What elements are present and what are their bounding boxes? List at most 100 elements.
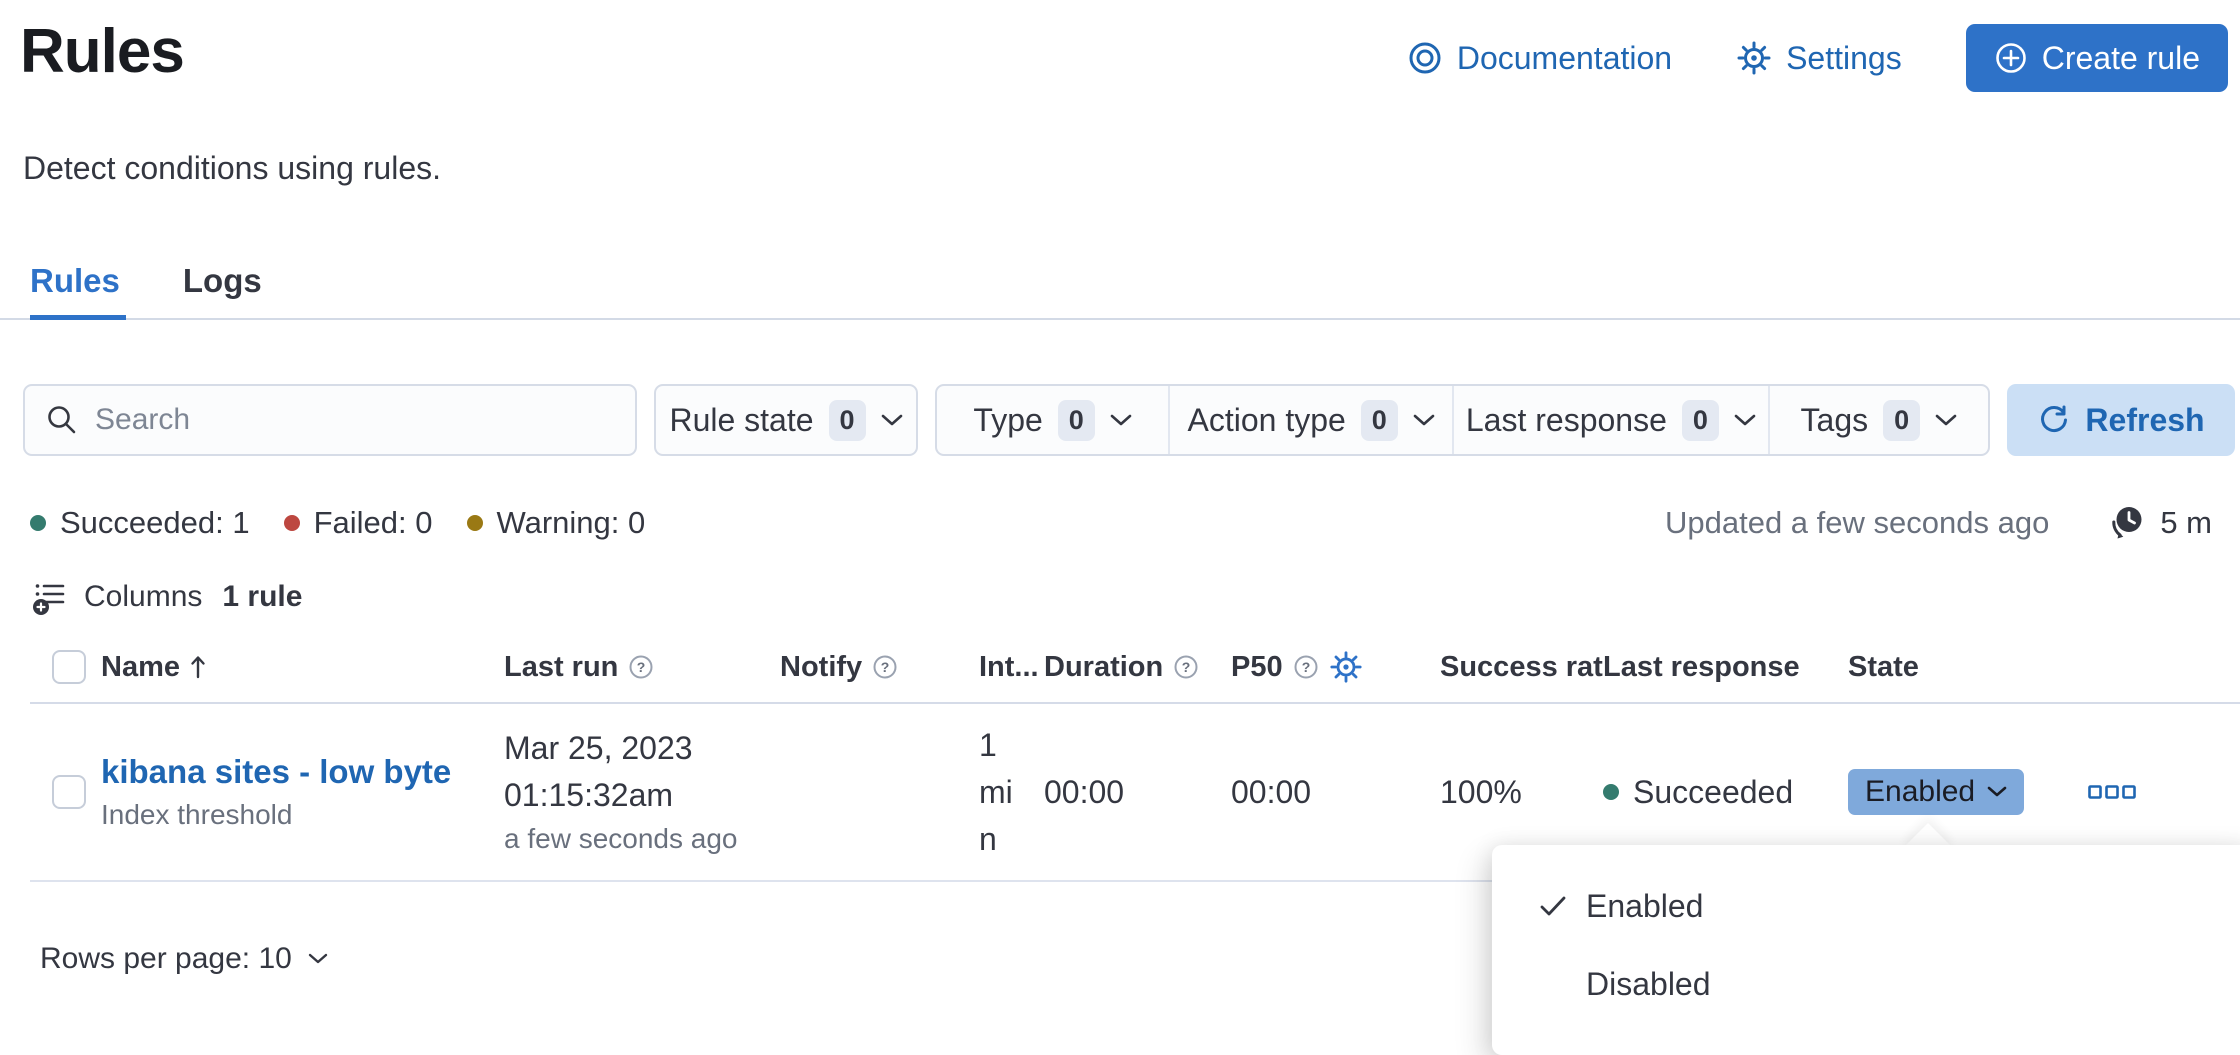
documentation-icon [1407,40,1443,76]
page-subtitle: Detect conditions using rules. [23,150,441,187]
columns-button[interactable]: Columns [30,578,202,616]
tabs-divider [0,318,2240,320]
header-checkbox-cell [30,632,101,702]
header-interval-label: Int... [979,651,1039,684]
chevron-down-icon [1734,414,1756,427]
plus-circle-icon [1994,41,2028,75]
status-failed: Failed: 0 [284,505,433,541]
svg-text:?: ? [881,659,890,675]
menu-item-enabled[interactable]: Enabled [1492,867,2240,945]
help-icon[interactable]: ? [628,654,654,680]
search-input[interactable] [95,403,615,437]
p50-value: 00:00 [1231,774,1311,811]
rule-count: 1 rule [222,580,302,614]
menu-item-disabled[interactable]: Disabled [1492,945,2240,1023]
chevron-down-icon [1987,786,2007,798]
settings-link[interactable]: Settings [1736,40,1902,77]
clock-refresh-icon [2107,503,2147,543]
failed-dot-icon [284,515,300,531]
rows-per-page-label: Rows per page: 10 [40,942,292,976]
filter-group: Type 0 Action type 0 Last response 0 Tag… [935,384,1990,456]
header-notify-label: Notify [780,651,862,684]
warning-text: Warning: 0 [497,505,646,541]
row-checkbox[interactable] [52,775,86,809]
cell-duration: 00:00 [1044,704,1231,880]
rule-state-label: Rule state [669,402,813,439]
columns-label: Columns [84,580,202,614]
help-icon[interactable]: ? [1173,654,1199,680]
row-actions-button[interactable] [2080,777,2144,807]
state-badge-label: Enabled [1865,775,1975,809]
filter-action-type[interactable]: Action type 0 [1168,386,1452,454]
help-icon[interactable]: ? [872,654,898,680]
svg-text:?: ? [637,659,646,675]
state-popover: Enabled Disabled [1492,845,2240,1055]
header-last-run-label: Last run [504,651,618,684]
filter-type[interactable]: Type 0 [937,386,1168,454]
state-badge[interactable]: Enabled [1848,769,2024,815]
header-duration[interactable]: Duration ? [1044,632,1231,702]
menu-item-disabled-label: Disabled [1586,966,1711,1003]
search-icon [45,403,79,437]
header-last-run[interactable]: Last run ? [504,632,780,702]
header-name[interactable]: Name [101,632,504,702]
documentation-label: Documentation [1457,40,1672,77]
table-header-row: Name Last run ? Notify ? [30,632,2240,704]
header-name-label: Name [101,651,180,684]
filter-tags[interactable]: Tags 0 [1768,386,1988,454]
header-p50[interactable]: P50 ? [1231,632,1440,702]
filter-rule-state[interactable]: Rule state 0 [654,384,918,456]
columns-list-add-icon [30,578,68,616]
create-rule-button[interactable]: Create rule [1966,24,2228,92]
header-interval[interactable]: Int... [979,632,1044,702]
warning-dot-icon [467,515,483,531]
last-response-label: Last response [1466,402,1667,439]
tab-bar: Rules Logs [30,256,262,306]
cell-notify [780,704,979,880]
header-filler [2164,632,2240,702]
type-count-badge: 0 [1058,400,1095,441]
filter-bar: Rule state 0 Type 0 Action type 0 Last r… [23,384,2235,456]
tab-logs[interactable]: Logs [183,256,262,306]
header-actions [2060,632,2164,702]
rule-name-link[interactable]: kibana sites - low byte [101,753,483,791]
header-state-label: State [1848,651,1919,684]
table-toolbar: Columns 1 rule [30,574,302,620]
last-run-relative: a few seconds ago [504,818,738,860]
header-last-response[interactable]: Last response [1603,632,1848,702]
page-title: Rules [20,16,184,87]
status-right: Updated a few seconds ago 5 m [1665,503,2212,543]
header-p50-label: P50 [1231,651,1283,684]
succeeded-dot-icon [1603,784,1619,800]
chevron-down-icon [1110,414,1132,427]
tags-label: Tags [1801,402,1869,439]
refresh-button[interactable]: Refresh [2007,384,2235,456]
status-warning: Warning: 0 [467,505,646,541]
action-type-label: Action type [1188,402,1346,439]
settings-label: Settings [1786,40,1902,77]
succeeded-dot-icon [30,515,46,531]
cell-interval: 1 min [979,704,1044,880]
refresh-label: Refresh [2085,402,2204,439]
header-state[interactable]: State [1848,632,2060,702]
percentile-gear-icon[interactable] [1329,650,1363,684]
svg-text:?: ? [1182,659,1191,675]
active-tab-underline [30,315,126,320]
rows-per-page-button[interactable]: Rows per page: 10 [40,934,328,984]
refresh-interval-text: 5 m [2160,505,2212,541]
chevron-down-icon [308,953,328,965]
select-all-checkbox[interactable] [52,650,86,684]
auto-refresh-button[interactable]: 5 m [2107,503,2212,543]
gear-icon [1736,40,1772,76]
header-notify[interactable]: Notify ? [780,632,979,702]
documentation-link[interactable]: Documentation [1407,40,1672,77]
tab-rules[interactable]: Rules [30,256,120,306]
chevron-down-icon [1935,414,1957,427]
filter-last-response[interactable]: Last response 0 [1452,386,1768,454]
header-success-rate[interactable]: Success rate [1440,632,1603,702]
succeeded-text: Succeeded: 1 [60,505,250,541]
refresh-icon [2037,403,2071,437]
help-icon[interactable]: ? [1293,654,1319,680]
status-row: Succeeded: 1 Failed: 0 Warning: 0 Update… [30,498,2212,548]
create-rule-label: Create rule [2042,40,2200,77]
